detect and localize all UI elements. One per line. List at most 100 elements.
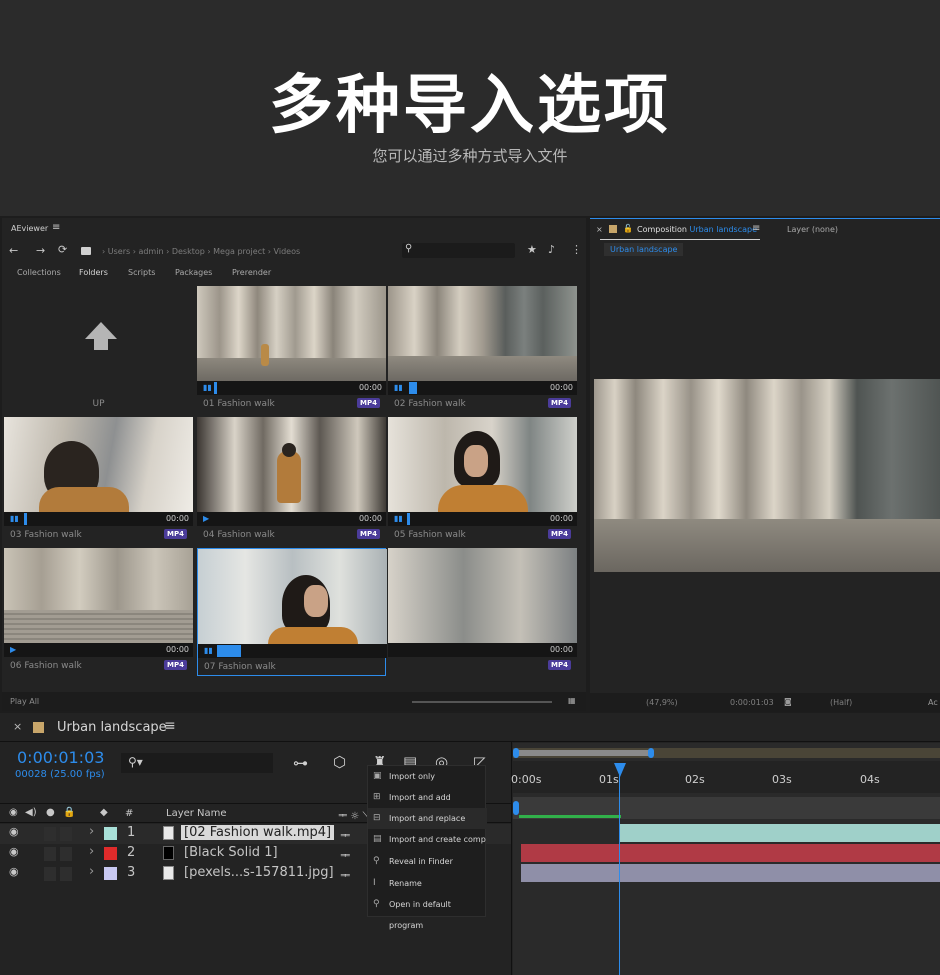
switch-cell[interactable]: ᆍ bbox=[340, 867, 352, 882]
solo-cell[interactable] bbox=[60, 867, 72, 881]
switch-cell[interactable]: ᆍ bbox=[340, 827, 352, 842]
forward-icon[interactable]: → bbox=[36, 244, 45, 257]
back-icon[interactable]: ← bbox=[9, 244, 18, 257]
work-area-start[interactable] bbox=[513, 801, 519, 815]
audio-cell[interactable] bbox=[44, 847, 56, 861]
playback-bar[interactable]: ▮▮ 00:00 bbox=[197, 381, 386, 395]
media-tile[interactable]: ▮▮ 00:00 02 Fashion walk MP4 bbox=[388, 286, 577, 414]
eye-icon[interactable]: ◉ bbox=[9, 807, 18, 818]
switch-cell[interactable]: ᆍ bbox=[340, 847, 352, 862]
media-tile-selected[interactable]: ▮▮ 07 Fashion walk bbox=[197, 548, 387, 676]
pause-icon[interactable]: ▮▮ bbox=[203, 383, 212, 392]
layer-name[interactable]: [pexels...s-157811.jpg] bbox=[184, 865, 334, 880]
menu-item-reveal[interactable]: ⚲ Reveal in Finder bbox=[368, 851, 487, 872]
menu-item-open-default[interactable]: ⚲ Open in default program bbox=[368, 894, 487, 930]
tab-packages[interactable]: Packages bbox=[175, 268, 212, 277]
close-icon[interactable]: × bbox=[596, 225, 603, 234]
composition-tab[interactable]: Composition Urban landscape bbox=[637, 225, 757, 234]
media-tile[interactable]: ▶ 00:00 04 Fashion walk MP4 bbox=[197, 417, 386, 545]
play-icon[interactable]: ▶ bbox=[10, 645, 16, 654]
comp-viewer[interactable] bbox=[594, 379, 940, 572]
eye-icon[interactable]: ◉ bbox=[9, 865, 19, 878]
lock-icon[interactable]: 🔒 bbox=[63, 807, 75, 818]
play-all-button[interactable]: Play All bbox=[10, 697, 39, 706]
media-tile[interactable]: 00:00 MP4 bbox=[388, 548, 577, 676]
menu-item-import-only[interactable]: ▣ Import only bbox=[368, 766, 487, 787]
grid-icon[interactable]: ▦ bbox=[568, 696, 576, 705]
media-tile[interactable]: ▮▮ 00:00 01 Fashion walk MP4 bbox=[197, 286, 386, 414]
playback-bar[interactable]: ▮▮ bbox=[198, 644, 387, 658]
layer-tab[interactable]: Layer (none) bbox=[787, 225, 838, 234]
size-slider[interactable] bbox=[412, 701, 552, 703]
breadcrumb-item[interactable]: Desktop bbox=[172, 247, 205, 256]
playback-bar[interactable]: ▮▮ 00:00 bbox=[4, 512, 193, 526]
menu-icon[interactable]: ≡ bbox=[52, 222, 60, 233]
viewer-time[interactable]: 0:00:01:03 bbox=[730, 698, 774, 707]
solo-cell[interactable] bbox=[60, 847, 72, 861]
timeline-comp-name[interactable]: Urban landscape bbox=[57, 720, 167, 735]
pause-icon[interactable]: ▮▮ bbox=[394, 514, 403, 523]
navigator-handle-right[interactable] bbox=[648, 748, 654, 758]
breadcrumb-item[interactable]: admin bbox=[138, 247, 163, 256]
pause-icon[interactable]: ▮▮ bbox=[394, 383, 403, 392]
menu-item-rename[interactable]: I Rename bbox=[368, 873, 487, 894]
tab-folders[interactable]: Folders bbox=[79, 268, 108, 277]
solo-cell[interactable] bbox=[60, 827, 72, 841]
menu-icon[interactable]: ≡ bbox=[752, 223, 760, 234]
close-icon[interactable]: × bbox=[13, 720, 22, 733]
playback-bar[interactable]: ▮▮ 00:00 bbox=[388, 381, 577, 395]
camera-icon[interactable]: ◙ bbox=[784, 697, 792, 706]
layer-name[interactable]: [Black Solid 1] bbox=[184, 845, 278, 860]
tab-scripts[interactable]: Scripts bbox=[128, 268, 155, 277]
playhead-handle[interactable] bbox=[614, 763, 626, 777]
breadcrumb-item[interactable]: Videos bbox=[274, 247, 301, 256]
label-swatch[interactable] bbox=[104, 847, 117, 860]
navigator-handle-left[interactable] bbox=[513, 748, 519, 758]
expand-chevron-icon[interactable]: › bbox=[89, 844, 94, 859]
playback-bar[interactable]: ▶ 00:00 bbox=[4, 643, 193, 657]
eye-icon[interactable]: ◉ bbox=[9, 845, 19, 858]
pause-icon[interactable]: ▮▮ bbox=[10, 514, 19, 523]
time-ruler[interactable]: 0:00s 01s 02s 03s 04s bbox=[511, 761, 940, 793]
tab-collections[interactable]: Collections bbox=[17, 268, 61, 277]
label-swatch[interactable] bbox=[104, 867, 117, 880]
expand-chevron-icon[interactable]: › bbox=[89, 824, 94, 839]
audio-cell[interactable] bbox=[44, 867, 56, 881]
zoom-level[interactable]: (47,9%) bbox=[646, 698, 678, 707]
star-icon[interactable]: ★ bbox=[527, 243, 537, 256]
lock-icon[interactable]: 🔓 bbox=[623, 224, 633, 233]
solo-icon[interactable]: ● bbox=[46, 807, 55, 818]
more-label[interactable]: Ac bbox=[928, 698, 938, 707]
label-swatch[interactable] bbox=[104, 827, 117, 840]
navigator-bar[interactable] bbox=[513, 748, 940, 758]
playback-bar[interactable]: 00:00 bbox=[388, 643, 577, 657]
media-tile[interactable]: ▮▮ 00:00 03 Fashion walk MP4 bbox=[4, 417, 193, 545]
more-icon[interactable]: ⋮ bbox=[571, 243, 582, 256]
breadcrumb-item[interactable]: Users bbox=[108, 247, 130, 256]
resolution-select[interactable]: (Half) bbox=[830, 698, 852, 707]
menu-item-import-create-comp[interactable]: ▤ Import and create comp bbox=[368, 829, 487, 850]
playhead[interactable] bbox=[614, 763, 626, 975]
playback-bar[interactable]: ▮▮ 00:00 bbox=[388, 512, 577, 526]
layer-bar[interactable] bbox=[620, 824, 940, 842]
play-icon[interactable]: ▶ bbox=[203, 514, 209, 523]
draft-3d-icon[interactable]: ⬡ bbox=[333, 753, 346, 771]
up-tile[interactable]: UP bbox=[4, 286, 193, 414]
menu-item-import-replace[interactable]: ⊟ Import and replace bbox=[368, 808, 487, 829]
label-icon[interactable]: ◆ bbox=[100, 807, 108, 818]
audio-cell[interactable] bbox=[44, 827, 56, 841]
navigator-range[interactable] bbox=[516, 750, 651, 756]
timecode[interactable]: 0:00:01:03 bbox=[17, 748, 104, 767]
tab-prerender[interactable]: Prerender bbox=[232, 268, 271, 277]
menu-item-import-add[interactable]: ⊞ Import and add bbox=[368, 787, 487, 808]
expand-chevron-icon[interactable]: › bbox=[89, 864, 94, 879]
folder-icon[interactable] bbox=[81, 247, 91, 255]
breadcrumb-item[interactable]: Mega project bbox=[213, 247, 265, 256]
comp-flowchart-icon[interactable]: ⊶ bbox=[293, 754, 308, 772]
media-tile[interactable]: ▶ 00:00 06 Fashion walk MP4 bbox=[4, 548, 193, 676]
pause-icon[interactable]: ▮▮ bbox=[204, 646, 213, 655]
comp-sub-tab[interactable]: Urban landscape bbox=[604, 243, 684, 256]
menu-icon[interactable]: ≡ bbox=[164, 718, 176, 734]
audio-icon[interactable]: ◀) bbox=[25, 807, 37, 818]
layer-name[interactable]: [02 Fashion walk.mp4] bbox=[181, 825, 335, 840]
